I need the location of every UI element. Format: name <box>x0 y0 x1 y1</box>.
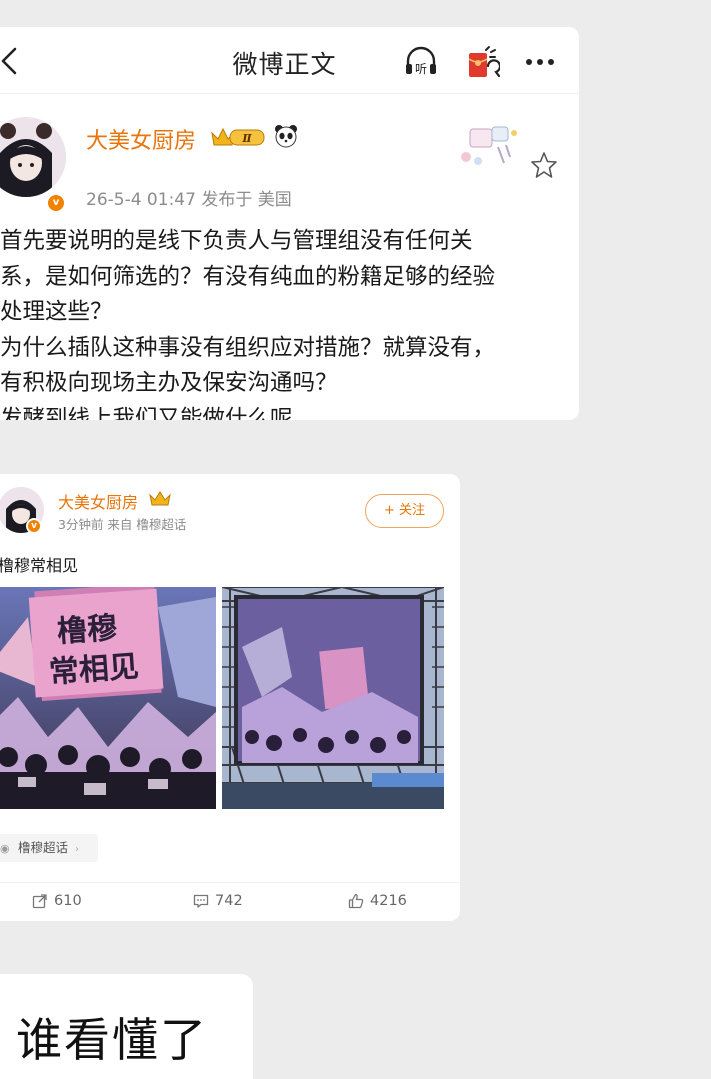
crown-badge-icon <box>149 491 171 506</box>
chat-bubble: 谁看懂了 <box>0 974 253 1079</box>
share-icon <box>32 894 47 909</box>
follow-button[interactable]: + 关注 <box>365 494 444 528</box>
level-badge-text: Ⅱ <box>241 132 252 145</box>
share-count: 610 <box>54 893 82 909</box>
author-name[interactable]: 大美女厨房 <box>58 489 138 513</box>
crown-level-badge-icon: Ⅱ <box>211 127 265 146</box>
repost-card[interactable]: v 大美女厨房 3分钟前 来自 橹穆超话 + 关注 橹穆常相见 橹穆 常相见 ◉… <box>0 474 460 921</box>
banner-text: 常相见 <box>48 649 140 690</box>
avatar[interactable] <box>0 117 66 197</box>
verified-badge-icon: v <box>46 193 66 213</box>
headphones-listen-icon[interactable]: 听 <box>403 44 439 80</box>
decorative-sticker-icon <box>461 126 517 165</box>
action-bar: 610 742 4216 <box>0 882 460 918</box>
post-body-text: 首先要说明的是线下负责人与管理组没有任何关 系，是如何筛选的？有没有纯血的粉籍足… <box>0 224 570 420</box>
topic-tag-label: 橹穆超话 <box>17 840 68 855</box>
chat-message-text: 谁看懂了 <box>16 1013 208 1067</box>
like-count: 4216 <box>370 893 407 909</box>
listen-label: 听 <box>415 62 427 76</box>
top-nav-bar: 微博正文 听 <box>0 27 579 94</box>
red-envelope-icon[interactable] <box>464 44 500 80</box>
panda-icon <box>275 125 297 148</box>
share-button[interactable]: 610 <box>32 893 82 909</box>
author-name[interactable]: 大美女厨房 <box>86 123 196 155</box>
thumbs-up-icon <box>348 893 364 909</box>
post-text-line: 系，是如何筛选的？有没有纯血的粉籍足够的经验 <box>0 263 496 290</box>
post-text-line: 发酵到线上我们又能做什么呢 <box>0 405 293 421</box>
post-text-line: 为什么插队这种事没有组织应对措施？就算没有， <box>0 334 496 361</box>
post-text-line: 首先要说明的是线下负责人与管理组没有任何关 <box>0 228 473 254</box>
post-text-line: 处理这些？ <box>0 299 113 325</box>
star-favorite-icon[interactable] <box>530 151 558 179</box>
eye-icon: ◉ <box>0 842 10 855</box>
post-author-row: v 大美女厨房 Ⅱ 26-5-4 01:47 发布于 美国 <box>0 107 579 217</box>
comment-count: 742 <box>215 893 243 909</box>
more-dots-icon[interactable] <box>523 47 557 77</box>
comment-button[interactable]: 742 <box>193 893 243 909</box>
comment-icon <box>193 894 209 908</box>
banner-text: 橹穆 <box>56 611 118 650</box>
post-meta: 3分钟前 来自 橹穆超话 <box>58 517 187 532</box>
weibo-post-card: 微博正文 听 v 大美女厨房 Ⅱ 26-5-4 01:47 发布于 美国 首先要… <box>0 27 579 420</box>
post-text-line: 有积极向现场主办及保安沟通吗？ <box>0 370 338 396</box>
post-image[interactable]: 橹穆 常相见 <box>0 587 216 809</box>
chevron-right-icon: › <box>74 844 79 855</box>
like-button[interactable]: 4216 <box>348 893 407 909</box>
post-body-text: 橹穆常相见 <box>0 556 79 575</box>
topic-tag[interactable]: ◉ 橹穆超话 › <box>0 834 98 862</box>
verified-badge-icon: v <box>26 518 42 534</box>
post-image[interactable] <box>222 587 444 809</box>
post-meta: 26-5-4 01:47 发布于 美国 <box>86 190 292 210</box>
